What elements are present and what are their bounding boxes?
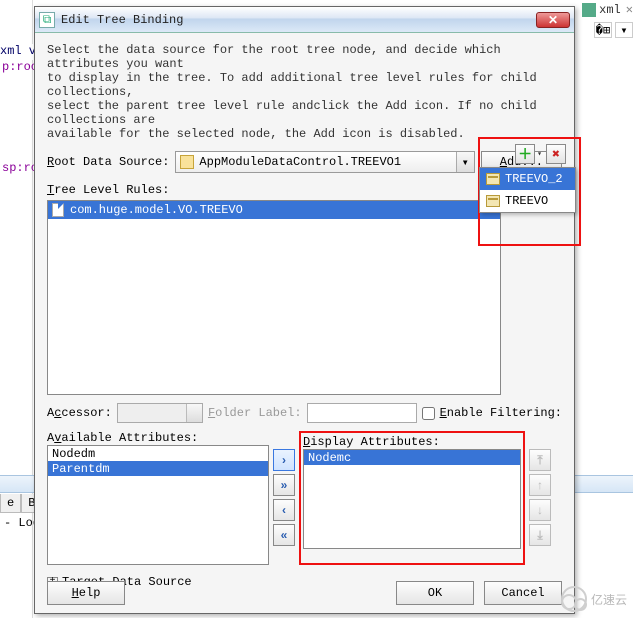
display-attributes-label: Display Attributes:Display Attributes: bbox=[303, 435, 521, 449]
ok-button[interactable]: OK bbox=[396, 581, 474, 605]
file-icon bbox=[52, 203, 64, 217]
editor-toolbar-icons: �⊞ ▾ bbox=[594, 22, 633, 42]
toolbar-icon[interactable]: ▾ bbox=[615, 22, 633, 38]
dropdown-arrow-icon[interactable]: ▾ bbox=[537, 149, 542, 159]
code-line: p:roo bbox=[2, 60, 38, 74]
list-item[interactable]: Nodemc bbox=[304, 450, 520, 465]
tree-rule-text: com.huge.model.VO.TREEVO bbox=[70, 203, 243, 217]
code-line: sp:ro bbox=[2, 161, 38, 175]
bg-tab-label: xml bbox=[599, 3, 621, 17]
bg-tab2-a[interactable]: e bbox=[0, 494, 21, 513]
popup-item-treevo-2[interactable]: TREEVO_2 bbox=[480, 168, 575, 190]
dialog-footer: HelpHelp OK Cancel bbox=[35, 581, 574, 605]
move-all-right-button[interactable]: » bbox=[273, 474, 295, 496]
move-up-button[interactable]: ↑ bbox=[529, 474, 551, 496]
enable-filtering-label: Enable Filtering:Enable Filtering: bbox=[440, 406, 562, 420]
shuttle-buttons: › » ‹ « bbox=[273, 449, 295, 565]
move-all-left-button[interactable]: « bbox=[273, 524, 295, 546]
toolbar-icon[interactable]: �⊞ bbox=[594, 22, 612, 38]
help-button[interactable]: HelpHelp bbox=[47, 581, 125, 605]
popup-item-treevo[interactable]: TREEVO bbox=[480, 190, 575, 212]
folder-label-input[interactable] bbox=[307, 403, 417, 423]
watermark: 亿速云 bbox=[561, 586, 627, 612]
move-left-button[interactable]: ‹ bbox=[273, 499, 295, 521]
display-attributes-list[interactable]: Nodemc bbox=[303, 449, 521, 549]
titlebar[interactable]: ⧉ Edit Tree Binding ✕ bbox=[35, 7, 574, 33]
rules-toolbar: ＋ ▾ ✖ bbox=[515, 144, 566, 164]
close-icon[interactable]: ✕ bbox=[626, 2, 633, 17]
list-item[interactable]: Parentdm bbox=[48, 461, 268, 476]
popup-item-label: TREEVO_2 bbox=[505, 172, 563, 186]
file-type-icon bbox=[582, 3, 596, 17]
datasource-icon bbox=[180, 155, 194, 169]
folder-label-label: Folder Label:Folder Label: bbox=[208, 406, 302, 420]
move-bottom-button[interactable]: ⤓ bbox=[529, 524, 551, 546]
tree-level-rules-list[interactable]: com.huge.model.VO.TREEVO bbox=[47, 200, 501, 395]
tree-rule-item[interactable]: com.huge.model.VO.TREEVO bbox=[48, 201, 500, 219]
move-down-button[interactable]: ↓ bbox=[529, 499, 551, 521]
dialog-icon: ⧉ bbox=[39, 12, 55, 28]
available-attributes-label: Available Attributes:Available Attribute… bbox=[47, 431, 269, 445]
available-attributes-list[interactable]: Nodedm Parentdm bbox=[47, 445, 269, 565]
edit-tree-binding-dialog: ⧉ Edit Tree Binding ✕ Select the data so… bbox=[34, 6, 575, 614]
dialog-title: Edit Tree Binding bbox=[61, 13, 536, 27]
accessor-label: Accessor:Accessor: bbox=[47, 406, 112, 420]
datasource-icon bbox=[486, 195, 500, 207]
chevron-down-icon[interactable]: ▾ bbox=[456, 152, 474, 172]
datasource-icon bbox=[486, 173, 500, 185]
delete-rule-button[interactable]: ✖ bbox=[546, 144, 566, 164]
add-rule-popup: TREEVO_2 TREEVO bbox=[479, 167, 576, 213]
bg-tab[interactable]: xml ✕ bbox=[582, 2, 633, 17]
plus-icon: ＋ bbox=[518, 144, 532, 164]
list-item[interactable]: Nodedm bbox=[48, 446, 268, 461]
dialog-content: Select the data source for the root tree… bbox=[35, 33, 574, 599]
delete-icon: ✖ bbox=[552, 147, 560, 162]
move-right-button[interactable]: › bbox=[273, 449, 295, 471]
accessor-combo[interactable] bbox=[117, 403, 203, 423]
popup-item-label: TREEVO bbox=[505, 194, 548, 208]
watermark-icon bbox=[561, 586, 587, 612]
close-button[interactable]: ✕ bbox=[536, 12, 570, 28]
add-rule-button[interactable]: ＋ bbox=[515, 144, 535, 164]
move-top-button[interactable]: ⤒ bbox=[529, 449, 551, 471]
enable-filtering-checkbox[interactable] bbox=[422, 407, 435, 420]
watermark-text: 亿速云 bbox=[591, 591, 627, 608]
instructions-text: Select the data source for the root tree… bbox=[47, 43, 562, 141]
reorder-buttons: ⤒ ↑ ↓ ⤓ bbox=[529, 449, 551, 565]
root-data-source-combo[interactable]: AppModuleDataControl.TREEVO1 ▾ bbox=[175, 151, 474, 173]
root-data-source-value: AppModuleDataControl.TREEVO1 bbox=[199, 155, 401, 169]
chevron-down-icon[interactable] bbox=[186, 404, 202, 422]
cancel-button[interactable]: Cancel bbox=[484, 581, 562, 605]
root-data-source-label: RRoot Data Source:oot Data Source: bbox=[47, 155, 169, 169]
